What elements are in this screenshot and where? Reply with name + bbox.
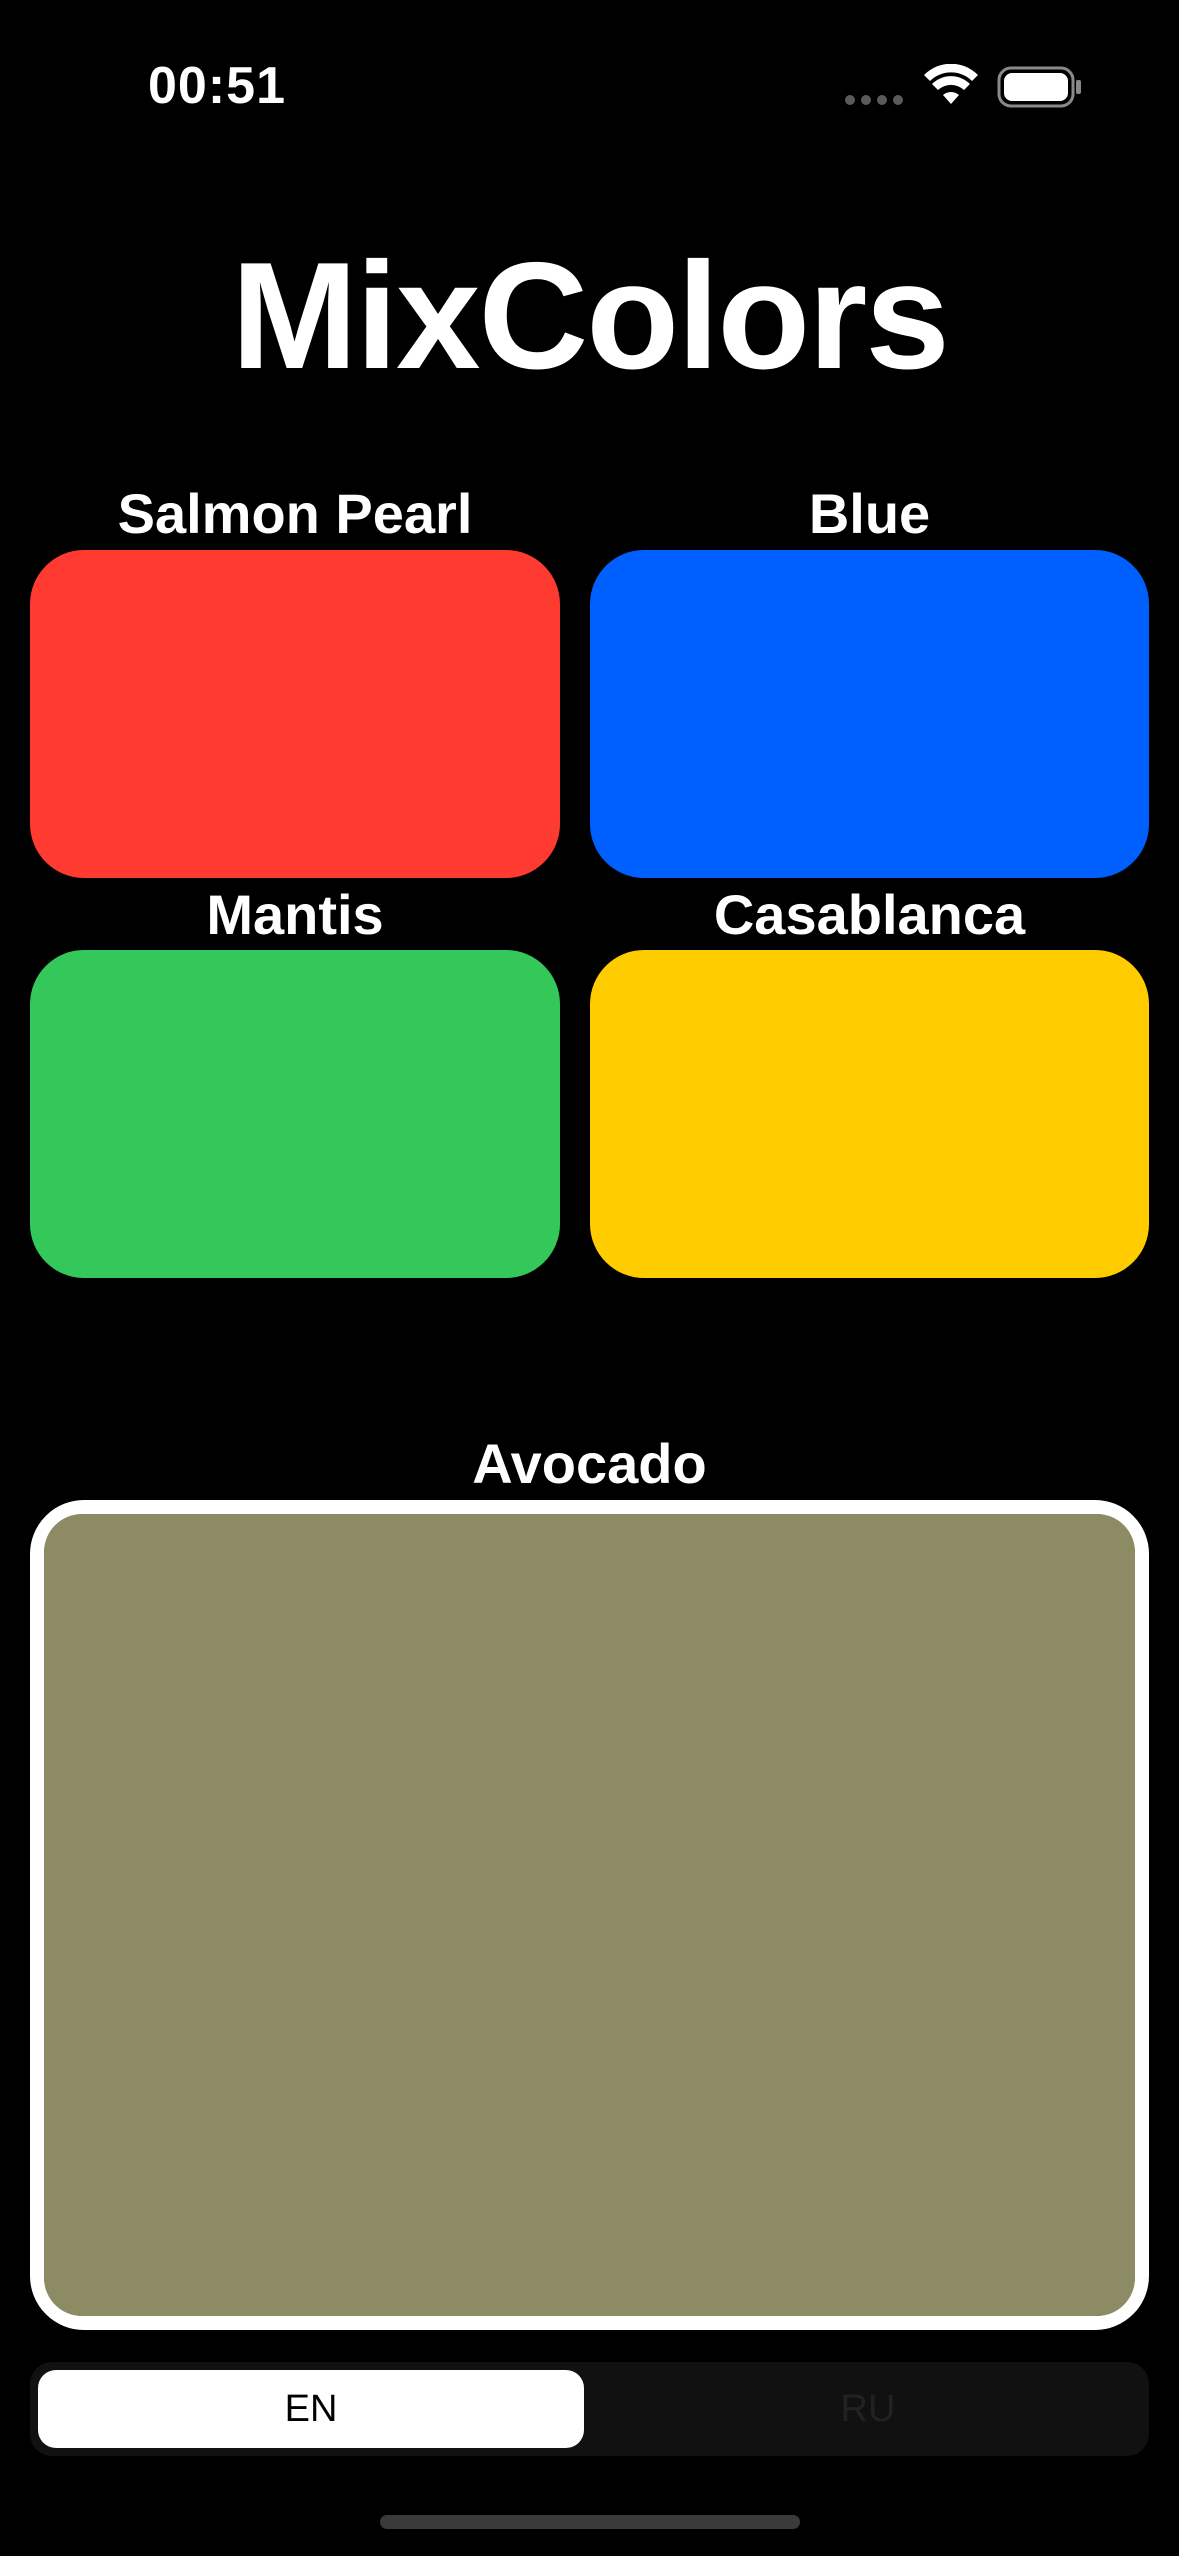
language-option-ru[interactable]: RU (595, 2370, 1141, 2448)
app-title: MixColors (231, 231, 950, 401)
result-frame (30, 1500, 1149, 2330)
language-segmented-control: EN RU (30, 2362, 1149, 2456)
color-swatch-3[interactable] (30, 950, 560, 1278)
language-option-en[interactable]: EN (38, 2370, 584, 2448)
swatch-label-2: Blue (808, 482, 931, 545)
color-swatch-2[interactable] (590, 550, 1149, 878)
battery-icon (997, 66, 1081, 108)
swatch-label-4: Casablanca (713, 883, 1026, 946)
swatch-label-1: Salmon Pearl (117, 482, 473, 545)
result-label: Avocado (472, 1432, 707, 1495)
swatch-label-3: Mantis (206, 883, 384, 946)
result-color-swatch (44, 1514, 1135, 2316)
status-time: 00:51 (148, 57, 286, 115)
home-indicator[interactable] (380, 2515, 800, 2529)
cellular-dots-icon (845, 95, 905, 105)
color-swatch-1[interactable] (30, 550, 560, 878)
wifi-icon (924, 64, 978, 104)
color-swatch-4[interactable] (590, 950, 1149, 1278)
